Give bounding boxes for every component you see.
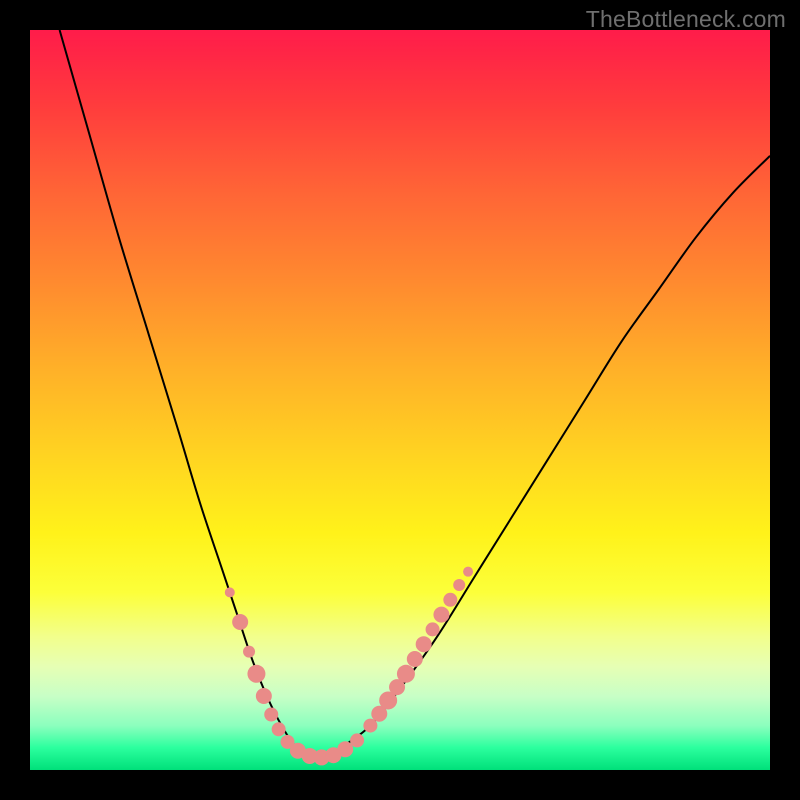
curve-marker-dot (256, 688, 272, 704)
curve-marker-dot (243, 646, 255, 658)
bottleneck-curve-path (60, 30, 770, 756)
chart-svg (30, 30, 770, 770)
curve-marker-dot (426, 622, 440, 636)
curve-marker-dot (247, 665, 265, 683)
curve-marker-dot (397, 665, 415, 683)
curve-marker-dot (453, 579, 465, 591)
curve-marker-dot (363, 719, 377, 733)
curve-marker-dot (416, 636, 432, 652)
chart-plot-area (30, 30, 770, 770)
curve-marker-dot (407, 651, 423, 667)
curve-marker-dot (463, 567, 473, 577)
watermark-text: TheBottleneck.com (586, 6, 786, 33)
curve-marker-dot (225, 587, 235, 597)
curve-marker-dot (337, 741, 353, 757)
curve-marker-dot (443, 593, 457, 607)
curve-marker-dot (433, 607, 449, 623)
curve-marker-dot (232, 614, 248, 630)
curve-marker-dot (264, 708, 278, 722)
curve-marker-dot (350, 733, 364, 747)
curve-markers (225, 567, 473, 766)
chart-frame: TheBottleneck.com (0, 0, 800, 800)
curve-line (60, 30, 770, 756)
curve-marker-dot (272, 722, 286, 736)
